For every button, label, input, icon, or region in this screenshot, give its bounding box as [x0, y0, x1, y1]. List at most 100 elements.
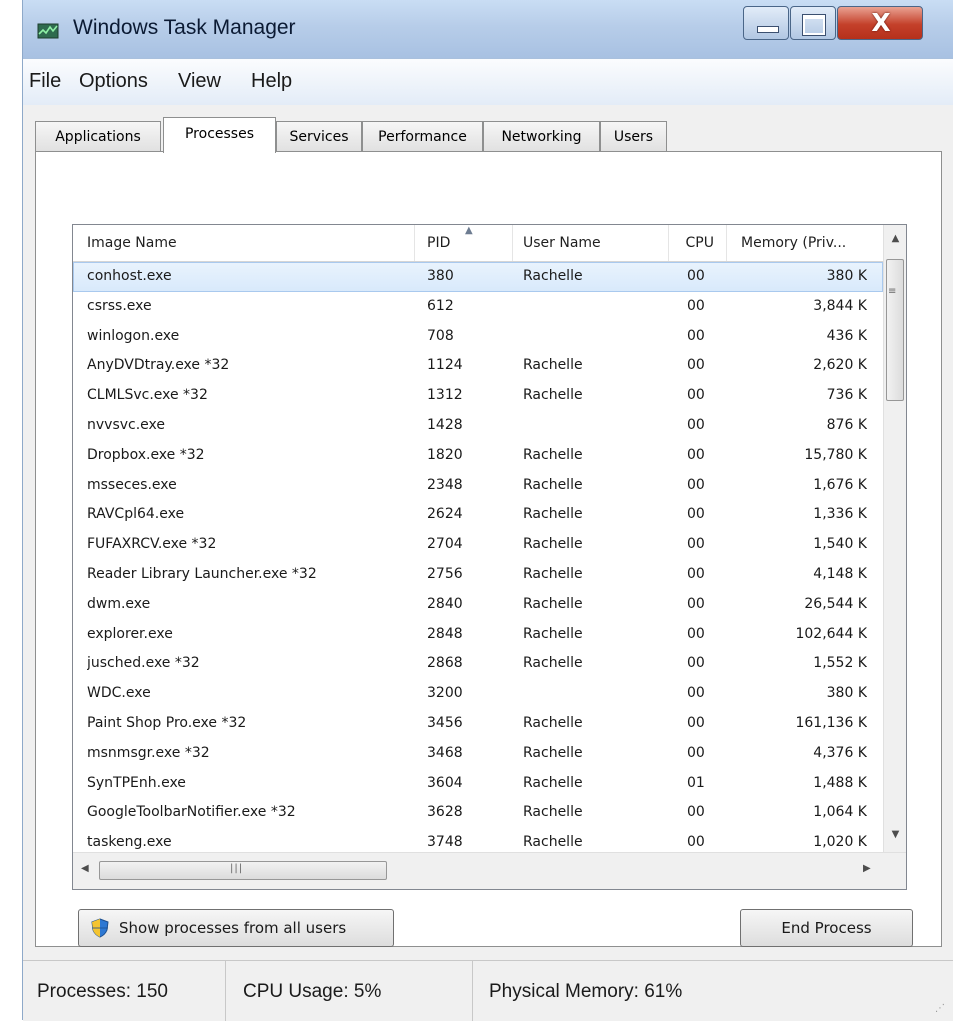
table-row[interactable]: GoogleToolbarNotifier.exe *32 3628 Rachell…	[73, 798, 883, 828]
process-cpu: 00	[687, 565, 705, 582]
process-memory: 102,644 K	[795, 625, 867, 642]
table-row[interactable]: WDC.exe 3200 00 380 K	[73, 679, 883, 709]
tab-services[interactable]: Services	[276, 121, 362, 151]
table-row[interactable]: FUFAXRCV.exe *32 2704 Rachelle 00 1,540 K	[73, 530, 883, 560]
process-cpu: 00	[687, 744, 705, 761]
process-memory: 736 K	[826, 387, 867, 404]
show-all-users-label: Show processes from all users	[119, 919, 347, 937]
menu-help[interactable]: Help	[251, 70, 292, 93]
menu-view[interactable]: View	[178, 70, 221, 93]
process-memory: 1,552 K	[813, 655, 867, 672]
table-row[interactable]: AnyDVDtray.exe *32 1124 Rachelle 00 2,620 K	[73, 351, 883, 381]
menu-file[interactable]: File	[29, 70, 61, 93]
status-cpu-usage: CPU Usage: 5%	[226, 961, 473, 1021]
table-row[interactable]: CLMLSvc.exe *32 1312 Rachelle 00 736 K	[73, 381, 883, 411]
column-memory[interactable]: Memory (Priv...	[727, 225, 883, 261]
table-row[interactable]: conhost.exe 380 Rachelle 00 380 K	[73, 262, 883, 292]
process-memory: 4,376 K	[813, 744, 867, 761]
column-user-name[interactable]: User Name	[513, 225, 669, 261]
process-cpu: 00	[687, 506, 705, 523]
tab-networking[interactable]: Networking	[483, 121, 600, 151]
table-row[interactable]: Dropbox.exe *32 1820 Rachelle 00 15,780 K	[73, 441, 883, 471]
end-process-button[interactable]: End Process	[740, 909, 913, 947]
process-cpu: 00	[687, 327, 705, 344]
process-pid: 3604	[427, 774, 463, 791]
process-rows: conhost.exe 380 Rachelle 00 380 K csrss.exe 61…	[73, 262, 883, 888]
vertical-scroll-thumb[interactable]	[886, 259, 904, 401]
scroll-right-icon[interactable]: ▶	[863, 863, 871, 874]
process-name: WDC.exe	[87, 685, 151, 702]
sort-ascending-icon: ▲	[465, 225, 473, 236]
title-bar[interactable]: Windows Task Manager X	[23, 0, 953, 58]
uac-shield-icon	[91, 918, 109, 938]
process-name: msnmsgr.exe *32	[87, 744, 210, 761]
process-user: Rachelle	[523, 714, 583, 731]
process-memory: 26,544 K	[804, 595, 867, 612]
table-row[interactable]: Reader Library Launcher.exe *32 2756 Rache…	[73, 560, 883, 590]
menu-options[interactable]: Options	[79, 70, 148, 93]
task-manager-window: Windows Task Manager X File Options View…	[22, 0, 953, 1021]
process-name: explorer.exe	[87, 625, 173, 642]
process-name: conhost.exe	[87, 268, 172, 284]
table-row[interactable]: winlogon.exe 708 00 436 K	[73, 322, 883, 352]
window-title: Windows Task Manager	[73, 16, 296, 39]
minimize-button[interactable]	[743, 6, 789, 40]
tab-applications[interactable]: Applications	[35, 121, 161, 151]
process-name: GoogleToolbarNotifier.exe *32	[87, 804, 296, 821]
process-memory: 1,540 K	[813, 536, 867, 553]
tab-performance[interactable]: Performance	[362, 121, 483, 151]
table-row[interactable]: Paint Shop Pro.exe *32 3456 Rachelle 00 161,…	[73, 709, 883, 739]
process-user	[523, 679, 673, 709]
process-list[interactable]: Image Name PID ▲ User Name CPU Memory (P…	[72, 224, 907, 890]
vertical-scrollbar[interactable]: ▲ ≡ ▼	[883, 225, 906, 852]
table-row[interactable]: jusched.exe *32 2868 Rachelle 00 1,552 K	[73, 649, 883, 679]
process-name: RAVCpl64.exe	[87, 506, 185, 523]
table-row[interactable]: SynTPEnh.exe 3604 Rachelle 01 1,488 K	[73, 769, 883, 799]
column-image-name[interactable]: Image Name	[73, 225, 415, 261]
process-cpu: 00	[687, 416, 705, 433]
process-name: FUFAXRCV.exe *32	[87, 536, 217, 553]
process-memory: 436 K	[826, 327, 867, 344]
tab-users[interactable]: Users	[600, 121, 667, 151]
column-cpu[interactable]: CPU	[669, 225, 727, 261]
process-user	[523, 292, 673, 322]
process-memory: 161,136 K	[795, 714, 867, 731]
process-user: Rachelle	[523, 565, 583, 582]
process-user: Rachelle	[523, 595, 583, 612]
process-cpu: 00	[687, 804, 705, 821]
horizontal-scroll-thumb[interactable]: |||	[99, 861, 387, 880]
column-pid-label: PID	[427, 235, 451, 251]
maximize-button[interactable]	[790, 6, 836, 40]
column-pid[interactable]: PID ▲	[415, 225, 513, 261]
table-row[interactable]: explorer.exe 2848 Rachelle 00 102,644 K	[73, 620, 883, 650]
process-cpu: 00	[687, 685, 705, 702]
table-row[interactable]: csrss.exe 612 00 3,844 K	[73, 292, 883, 322]
table-row[interactable]: RAVCpl64.exe 2624 Rachelle 00 1,336 K	[73, 500, 883, 530]
table-row[interactable]: dwm.exe 2840 Rachelle 00 26,544 K	[73, 590, 883, 620]
process-cpu: 00	[687, 536, 705, 553]
show-all-users-button[interactable]: Show processes from all users	[78, 909, 394, 947]
process-pid: 1124	[427, 357, 463, 374]
scroll-up-icon[interactable]: ▲	[884, 233, 906, 244]
scroll-left-icon[interactable]: ◀	[81, 863, 89, 874]
resize-grip-icon[interactable]: ⋰	[935, 1003, 945, 1014]
process-pid: 708	[427, 327, 454, 344]
process-memory: 380 K	[826, 268, 867, 284]
scroll-down-icon[interactable]: ▼	[884, 829, 906, 840]
minimize-icon	[757, 26, 779, 33]
process-user: Rachelle	[523, 655, 583, 672]
tab-processes[interactable]: Processes	[163, 117, 276, 153]
process-cpu: 00	[687, 595, 705, 612]
process-user: Rachelle	[523, 387, 583, 404]
close-button[interactable]: X	[837, 6, 923, 40]
table-row[interactable]: nvvsvc.exe 1428 00 876 K	[73, 411, 883, 441]
process-memory: 3,844 K	[813, 297, 867, 314]
table-row[interactable]: msnmsgr.exe *32 3468 Rachelle 00 4,376 K	[73, 739, 883, 769]
process-pid: 2840	[427, 595, 463, 612]
table-row[interactable]: msseces.exe 2348 Rachelle 00 1,676 K	[73, 471, 883, 501]
horizontal-scrollbar[interactable]: ◀ ||| ▶	[73, 852, 906, 889]
process-memory: 15,780 K	[804, 446, 867, 463]
process-pid: 2848	[427, 625, 463, 642]
process-name: Paint Shop Pro.exe *32	[87, 714, 247, 731]
task-manager-icon	[37, 23, 59, 39]
